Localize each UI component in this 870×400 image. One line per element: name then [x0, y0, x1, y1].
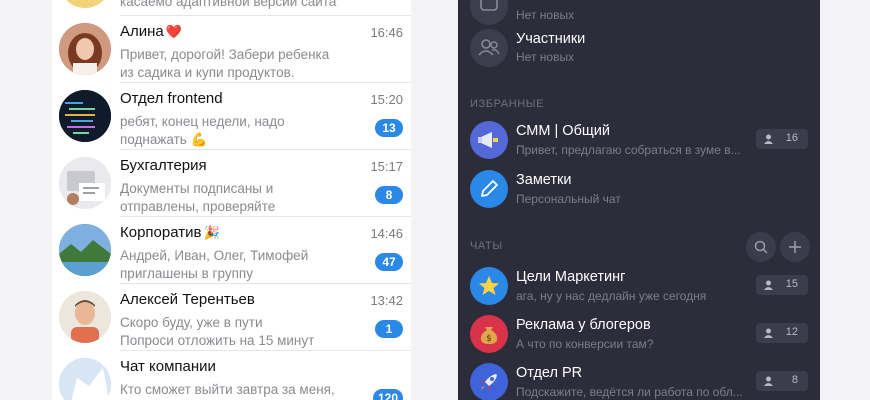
svg-text:$: $: [486, 334, 492, 344]
chat-name: Цели Маркетинг: [516, 269, 626, 285]
chat-bubble-icon: [470, 0, 508, 25]
star-icon: [470, 267, 508, 305]
sidebar-panel: Нет новых Участники Нет новых ИЗБРАННЫЕ …: [458, 0, 820, 400]
avatar: [59, 157, 111, 209]
list-item[interactable]: Корпоратив 🎉 14:46 Андрей, Иван, Олег, Ти…: [52, 217, 411, 284]
chat-preview: Персональный чат: [516, 192, 621, 206]
chat-preview: Привет, предлагаю собраться в зуме в...: [516, 143, 741, 157]
chat-name: Отдел frontend: [120, 90, 223, 107]
chat-name: Чат компании: [120, 358, 216, 375]
sidebar-item-members[interactable]: Участники Нет новых: [458, 25, 820, 71]
unread-badge: 47: [375, 253, 403, 271]
chat-item[interactable]: $ Реклама у блогеров А что по конверсии …: [458, 311, 820, 359]
pencil-icon: [470, 170, 508, 208]
unread-badge: 120: [372, 389, 403, 400]
chat-preview-line: Андрей, Иван, Олег, Тимофей: [120, 248, 309, 263]
plus-icon: [789, 241, 801, 253]
chat-name: Бухгалтерия: [120, 157, 207, 174]
list-item[interactable]: Бухгалтерия 15:17 Документы подписаны и …: [52, 150, 411, 217]
chats-section-title: ЧАТЫ: [470, 240, 503, 252]
chat-name: Корпоратив: [120, 224, 202, 241]
avatar: [59, 291, 111, 343]
avatar: [59, 0, 111, 8]
chat-time: 15:20: [370, 92, 403, 107]
chat-preview-line: Привет, дорогой! Забери ребенка: [120, 47, 330, 62]
favorite-chat-item[interactable]: Заметки Персональный чат: [458, 166, 820, 214]
chat-preview-line: Скоро буду, уже в пути: [120, 315, 263, 330]
rocket-icon: [470, 363, 508, 400]
avatar: [59, 90, 111, 142]
chat-name: Заметки: [516, 172, 572, 188]
megaphone-icon: [470, 121, 508, 159]
chat-preview-line: Кто сможет выйти завтра за меня,: [120, 382, 335, 397]
chat-time: 15:17: [370, 159, 403, 174]
chat-time: 16:46: [370, 25, 403, 40]
chat-name: Отдел PR: [516, 365, 583, 381]
chat-preview-line: отправлены, проверяйте: [120, 199, 276, 214]
favorite-chat-item[interactable]: СММ | Общий Привет, предлагаю собраться …: [458, 117, 820, 165]
avatar: [59, 224, 111, 276]
avatar: [59, 358, 111, 400]
chat-name: Алина: [120, 23, 164, 40]
chat-preview-line: Попроси отложить на 15 минут: [120, 333, 315, 348]
nav-subtitle: Нет новых: [516, 50, 575, 64]
list-item[interactable]: Отдел frontend 15:20 ребят, конец недели…: [52, 83, 411, 150]
list-item[interactable]: Алина ❤️ 16:46 Привет, дорогой! Забери ре…: [52, 16, 411, 83]
chat-name: Алексей Терентьев: [120, 291, 255, 308]
member-count: 8: [756, 371, 808, 391]
chat-list-panel: касаемо адаптивной версии сайта Алина ❤️ …: [52, 0, 411, 400]
chat-item[interactable]: Отдел PR Подскажите, ведётся ли работа п…: [458, 359, 820, 400]
member-count: 16: [756, 129, 808, 149]
chat-item[interactable]: Цели Маркетинг ага, ну у нас дедлайн уже…: [458, 263, 820, 311]
chat-preview-line: приглашены в группу: [120, 266, 253, 281]
list-item[interactable]: Чат компании Кто сможет выйти завтра за …: [52, 351, 411, 400]
nav-title: Участники: [516, 31, 586, 47]
search-button[interactable]: [746, 232, 776, 262]
list-item[interactable]: касаемо адаптивной версии сайта: [52, 0, 411, 16]
add-chat-button[interactable]: [780, 232, 810, 262]
heart-icon: ❤️: [165, 24, 182, 39]
unread-badge: 13: [375, 119, 403, 137]
chat-time: 14:46: [370, 226, 403, 241]
chat-preview: Подскажите, ведётся ли работа по обл...: [516, 385, 743, 399]
nav-subtitle: Нет новых: [516, 8, 575, 22]
chat-name: Реклама у блогеров: [516, 317, 651, 333]
avatar: [59, 23, 111, 75]
chat-preview-line: ребят, конец недели, надо: [120, 114, 285, 129]
favorites-section-title: ИЗБРАННЫЕ: [470, 98, 545, 110]
unread-badge: 8: [375, 186, 403, 204]
chat-name: СММ | Общий: [516, 123, 611, 139]
chat-preview: А что по конверсии там?: [516, 337, 654, 351]
chat-preview-text: касаемо адаптивной версии сайта: [120, 0, 337, 9]
list-item[interactable]: Алексей Терентьев 13:42 Скоро буду, уже …: [52, 284, 411, 351]
money-bag-icon: $: [470, 315, 508, 353]
chat-preview: ага, ну у нас дедлайн уже сегодня: [516, 289, 707, 303]
party-icon: 🎉: [203, 225, 220, 240]
chat-preview-line: Документы подписаны и: [120, 181, 274, 196]
chat-preview-line: из садика и купи продуктов.: [120, 65, 295, 80]
member-count: 12: [756, 323, 808, 343]
unread-badge: 1: [375, 320, 403, 338]
chat-preview-line: поднажать 💪: [120, 132, 208, 147]
member-count: 15: [756, 275, 808, 295]
search-icon: [754, 240, 768, 254]
people-icon: [470, 29, 508, 67]
chat-time: 13:42: [370, 293, 403, 308]
